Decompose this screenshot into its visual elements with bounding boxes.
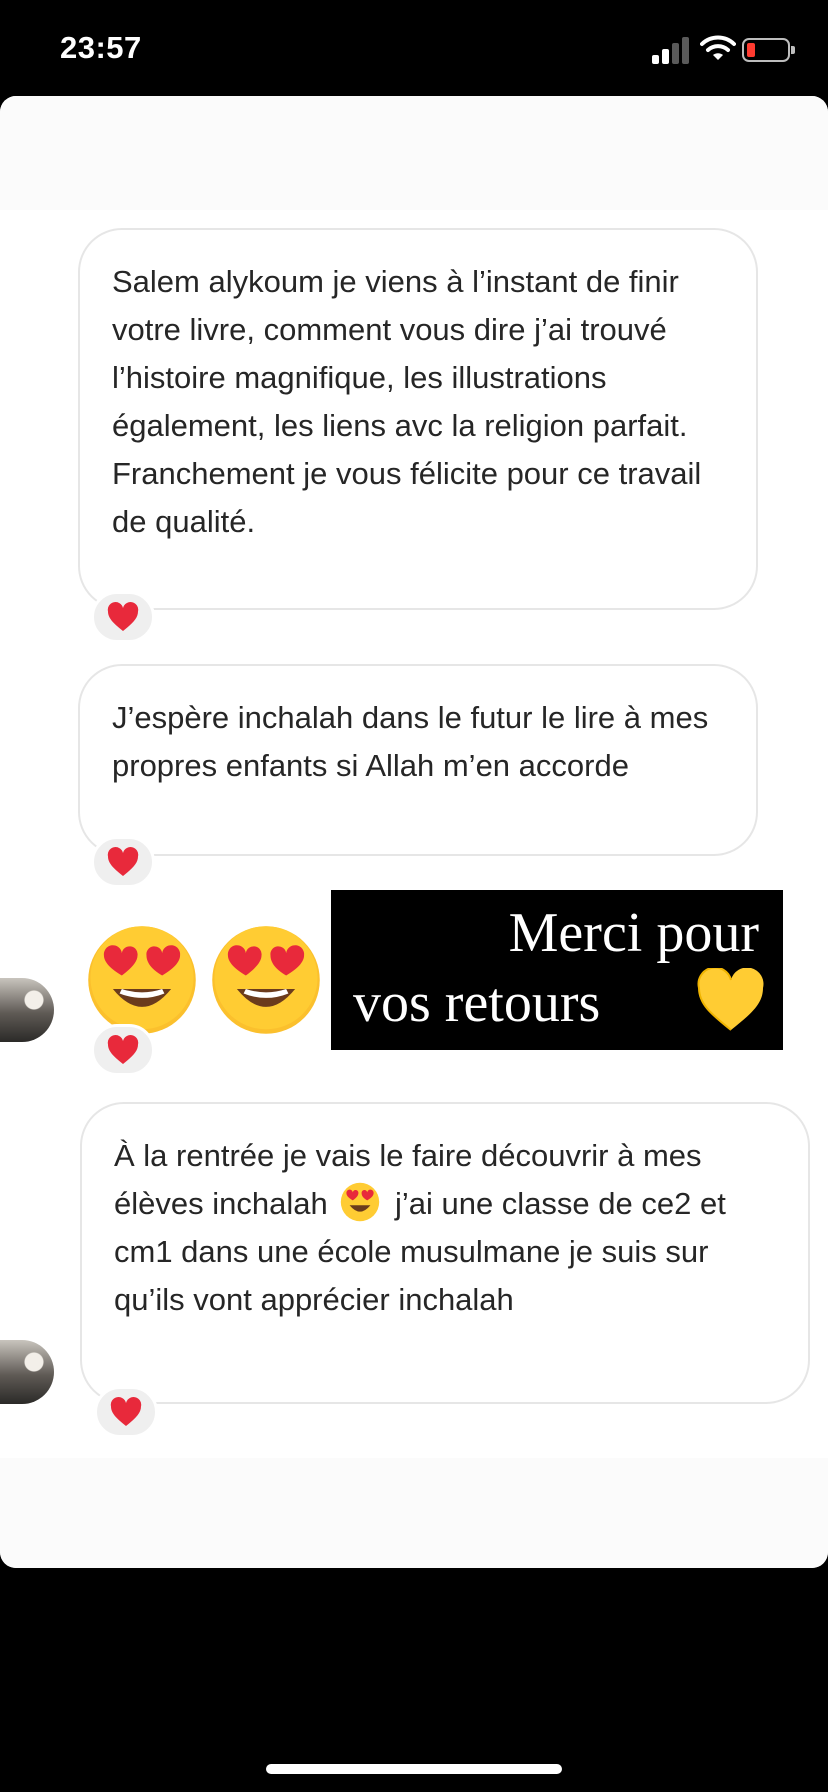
heart-eyes-emoji (88, 926, 196, 1034)
status-time: 23:57 (60, 30, 142, 65)
card-footer-area (0, 1458, 828, 1568)
battery-icon (742, 38, 795, 62)
message-bubble-4[interactable]: À la rentrée je vais le faire découvrir … (80, 1102, 810, 1404)
message-bubble-2[interactable]: J’espère inchalah dans le futur le lire … (78, 664, 758, 856)
story-text-line1: Merci pour (508, 902, 759, 964)
signal-icon (652, 36, 692, 64)
heart-icon (107, 602, 139, 631)
yellow-heart-icon (697, 968, 764, 1031)
reaction-4[interactable] (94, 1386, 158, 1438)
message-text-2: J’espère inchalah dans le futur le lire … (112, 700, 709, 783)
story-reply[interactable]: Merci pour vos retours (331, 890, 783, 1050)
reaction-3[interactable] (91, 1024, 155, 1076)
message-bubble-1[interactable]: Salem alykoum je viens à l’instant de fi… (78, 228, 758, 610)
heart-icon (107, 1035, 139, 1064)
reaction-1[interactable] (91, 591, 155, 643)
heart-icon (110, 1397, 142, 1426)
avatar[interactable] (0, 978, 54, 1042)
screen: 23:57 Salem alykoum je viens à l’instant… (0, 0, 828, 1792)
heart-eyes-emoji (341, 1182, 380, 1222)
wifi-icon (700, 35, 736, 60)
reaction-2[interactable] (91, 836, 155, 888)
avatar[interactable] (0, 1340, 54, 1404)
status-bar: 23:57 (0, 0, 828, 96)
message-text-1: Salem alykoum je viens à l’instant de fi… (112, 264, 702, 539)
home-indicator[interactable] (266, 1764, 562, 1774)
heart-icon (107, 847, 139, 876)
story-text-line2: vos retours (353, 972, 601, 1034)
conversation-card: Salem alykoum je viens à l’instant de fi… (0, 96, 828, 1568)
heart-eyes-emoji (212, 926, 320, 1034)
card-header-area (0, 96, 828, 210)
